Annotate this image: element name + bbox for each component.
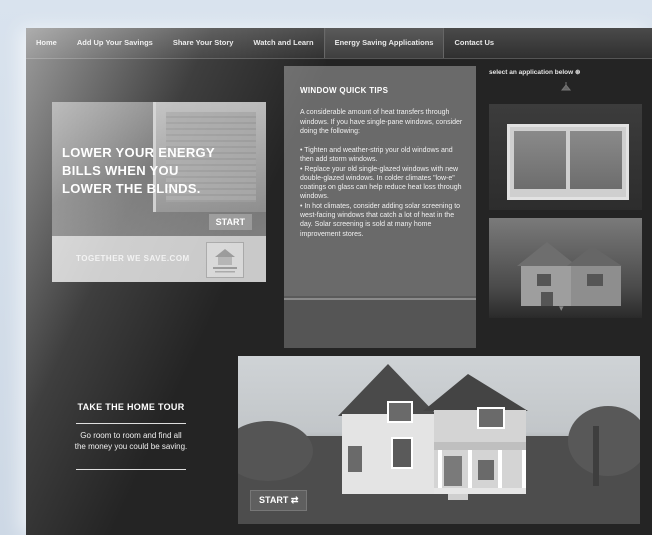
nav-home[interactable]: Home [26, 28, 67, 58]
application-window-thumbnail[interactable] [489, 104, 642, 210]
home-tour-description: Go room to room and find all the money y… [74, 431, 188, 451]
nav-contact-us[interactable]: Contact Us [444, 28, 504, 58]
nav-energy-saving-applications[interactable]: Energy Saving Applications [323, 28, 445, 58]
app-screen: Home Add Up Your Savings Share Your Stor… [26, 28, 652, 535]
application-exterior-thumbnail[interactable]: ▾ [489, 218, 642, 318]
ceiling-lamp-icon [560, 82, 572, 92]
chevron-down-icon: ▾ [559, 303, 564, 313]
blinds-ad-banner[interactable]: LOWER YOUR ENERGY BILLS WHEN YOU LOWER T… [52, 102, 266, 282]
window-quick-tips-panel: WINDOW QUICK TIPS A considerable amount … [284, 66, 476, 348]
home-tour-photo[interactable]: START ⇄ [238, 356, 640, 524]
ad-start-button[interactable]: START [208, 214, 252, 230]
divider [76, 469, 186, 470]
window-pane-right [570, 131, 622, 189]
utility-logo-icon [206, 242, 244, 278]
tip-item: • In hot climates, consider adding solar… [300, 202, 461, 238]
divider [76, 423, 186, 424]
window-pane-left [514, 131, 566, 189]
home-tour-title: TAKE THE HOME TOUR [77, 402, 185, 412]
tips-intro: A considerable amount of heat transfers … [300, 109, 463, 135]
home-tour-start-button[interactable]: START ⇄ [250, 490, 308, 511]
tip-item: • Tighten and weather-strip your old win… [300, 147, 453, 164]
tip-item: • Replace your old single-glazed windows… [300, 165, 462, 201]
house-exterior-image [517, 242, 622, 306]
select-application-label: select an application below ⊛ [489, 69, 581, 76]
nav-share-your-story[interactable]: Share Your Story [163, 28, 244, 58]
nav-add-up-your-savings[interactable]: Add Up Your Savings [67, 28, 163, 58]
ad-footer-text: TOGETHER WE SAVE.COM [76, 254, 190, 263]
window-image [507, 124, 629, 200]
tips-footer-area [284, 298, 476, 348]
tips-list: • Tighten and weather-strip your old win… [300, 146, 468, 239]
main-nav: Home Add Up Your Savings Share Your Stor… [26, 28, 652, 59]
nav-watch-and-learn[interactable]: Watch and Learn [243, 28, 323, 58]
tips-title: WINDOW QUICK TIPS [300, 86, 389, 95]
ad-footer: TOGETHER WE SAVE.COM [52, 236, 266, 282]
ad-headline: LOWER YOUR ENERGY BILLS WHEN YOU LOWER T… [62, 145, 215, 196]
